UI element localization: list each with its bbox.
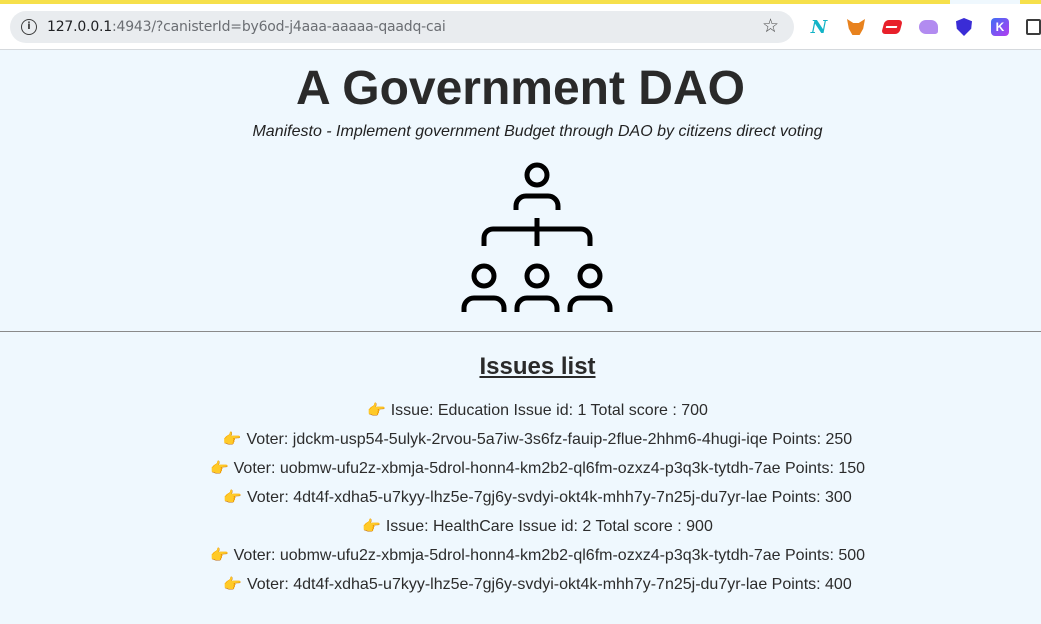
voter-text: Voter: uobmw-ufu2z-xbmja-5drol-honn4-km2… — [233, 460, 866, 477]
url-text[interactable]: 127.0.0.1:4943/?canisterId=by6od-j4aaa-a… — [47, 19, 446, 35]
voter-text: Voter: jdckm-usp54-5ulyk-2rvou-5a7iw-3s6… — [246, 431, 853, 448]
issue-text: Issue: Education Issue id: 1 Total score… — [390, 402, 708, 419]
pointing-hand-icon: 👉 — [222, 430, 242, 448]
puzzle-extensions-icon[interactable] — [1026, 17, 1041, 37]
pointing-hand-icon: 👉 — [367, 401, 386, 419]
list-item: 👉 Voter: 4dt4f-xdha5-u7kyy-lhz5e-7gj6y-sv… — [0, 570, 1041, 599]
issues-list: 👉 Issue: Education Issue id: 1 Total scor… — [0, 396, 1041, 599]
voter-text: Voter: 4dt4f-xdha5-u7kyy-lhz5e-7gj6y-svd… — [246, 489, 852, 506]
ghost-wallet-icon[interactable] — [918, 17, 938, 37]
red-wallet-icon[interactable] — [881, 17, 903, 37]
shield-extension-icon[interactable] — [954, 17, 974, 37]
list-item: 👉 Voter: jdckm-usp54-5ulyk-2rvou-5a7iw-3s… — [0, 425, 1041, 454]
pointing-hand-icon: 👉 — [362, 517, 381, 535]
k-extension-label: K — [991, 18, 1009, 36]
list-item: 👉 Voter: uobmw-ufu2z-xbmja-5drol-honn4-km… — [0, 541, 1041, 570]
n-extension-icon[interactable]: N — [809, 16, 829, 38]
list-item: 👉 Voter: uobmw-ufu2z-xbmja-5drol-honn4-km… — [0, 454, 1041, 483]
section-divider — [0, 331, 1041, 332]
pointing-hand-icon: 👉 — [209, 546, 229, 564]
issue-text: Issue: HealthCare Issue id: 2 Total scor… — [385, 518, 713, 535]
voter-text: Voter: 4dt4f-xdha5-u7kyy-lhz5e-7gj6y-svd… — [246, 576, 852, 593]
page-content: A Government DAO Manifesto - Implement g… — [0, 50, 1041, 624]
star-icon[interactable]: ☆ — [762, 15, 779, 37]
url-path: :4943/?canisterId=by6od-j4aaa-aaaaa-qaad… — [112, 19, 446, 35]
voter-text: Voter: uobmw-ufu2z-xbmja-5drol-honn4-km2… — [233, 547, 866, 564]
manifesto-subtitle: Manifesto - Implement government Budget … — [252, 123, 823, 140]
list-item: 👉 Issue: HealthCare Issue id: 2 Total sco… — [0, 512, 1041, 541]
organization-hierarchy-icon — [461, 162, 613, 312]
metamask-fox-icon[interactable] — [846, 17, 866, 37]
issues-list-heading: Issues list — [479, 353, 596, 380]
browser-toolbar: i 127.0.0.1:4943/?canisterId=by6od-j4aaa… — [0, 4, 1041, 50]
info-icon[interactable]: i — [21, 19, 37, 35]
k-extension-icon[interactable]: K — [990, 17, 1010, 37]
list-item: 👉 Issue: Education Issue id: 1 Total scor… — [0, 396, 1041, 425]
pointing-hand-icon: 👉 — [223, 488, 242, 506]
n-extension-label: N — [810, 16, 828, 38]
url-host: 127.0.0.1 — [47, 19, 112, 35]
pointing-hand-icon: 👉 — [223, 575, 242, 593]
pointing-hand-icon: 👉 — [209, 459, 229, 477]
list-item: 👉 Voter: 4dt4f-xdha5-u7kyy-lhz5e-7gj6y-sv… — [0, 483, 1041, 512]
address-bar[interactable]: i 127.0.0.1:4943/?canisterId=by6od-j4aaa… — [10, 11, 794, 43]
page-title: A Government DAO — [296, 62, 745, 115]
